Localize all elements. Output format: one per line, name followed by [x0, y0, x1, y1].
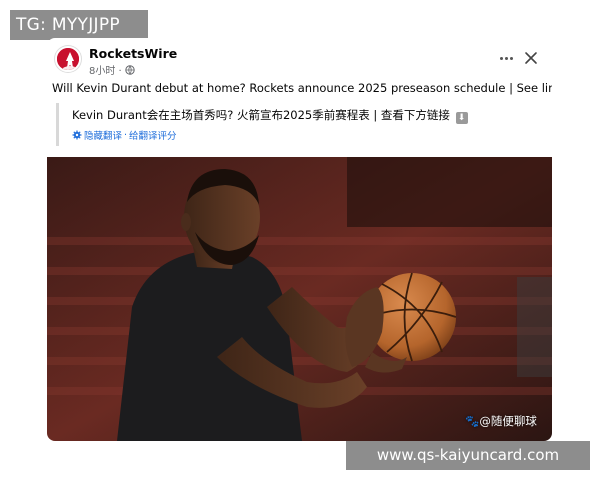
dot [509, 56, 513, 60]
hide-translation-link[interactable]: 隐藏翻译 [84, 128, 122, 142]
rockets-logo-icon [57, 48, 79, 70]
dot [504, 56, 508, 60]
translation-links: 隐藏翻译 · 给翻译评分 [72, 128, 177, 142]
post-photo[interactable]: 🐾@随便聊球 [47, 157, 552, 441]
globe-icon [125, 64, 135, 75]
post-text: Will Kevin Durant debut at home? Rockets… [52, 81, 552, 97]
post-text-content: Will Kevin Durant debut at home? Rockets… [52, 81, 552, 95]
page-name[interactable]: RocketsWire [89, 46, 177, 61]
page-avatar[interactable] [55, 46, 81, 72]
translated-text-content: Kevin Durant会在主场首秀吗? 火箭宣布2025季前赛程表 | 查看下… [72, 108, 450, 122]
translation-block: Kevin Durant会在主场首秀吗? 火箭宣布2025季前赛程表 | 查看下… [56, 103, 476, 146]
more-options-button[interactable] [497, 50, 515, 66]
photo-credit: 🐾@随便聊球 [465, 414, 537, 428]
post-time[interactable]: 8小时 · [89, 62, 122, 77]
player-photo [47, 157, 552, 441]
url-watermark: www.qs-kaiyuncard.com [346, 441, 590, 470]
translated-text: Kevin Durant会在主场首秀吗? 火箭宣布2025季前赛程表 | 查看下… [72, 107, 468, 124]
post-meta: 8小时 · [89, 62, 135, 77]
page: TG: MYYJJPP RocketsWire 8小时 · Will Kevin… [0, 0, 600, 480]
dot [499, 56, 503, 60]
rate-translation-link[interactable]: 给翻译评分 [129, 128, 177, 142]
facebook-post: RocketsWire 8小时 · Will Kevin Durant debu… [47, 38, 552, 441]
close-icon[interactable] [523, 50, 539, 66]
gear-icon [72, 130, 82, 140]
tg-watermark: TG: MYYJJPP [10, 10, 148, 40]
down-arrow-emoji-icon: ⬇ [455, 112, 468, 124]
link-separator: · [124, 129, 128, 141]
